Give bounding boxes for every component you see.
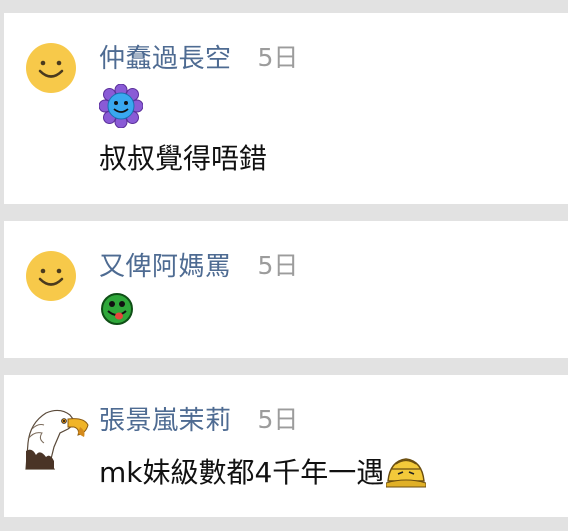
comment-header: 仲蠢過長空 5日	[99, 38, 299, 75]
author-name[interactable]: 仲蠢過長空	[99, 38, 232, 75]
comment-time[interactable]: 5日	[258, 246, 299, 282]
bowing-face-icon	[386, 458, 427, 488]
author-name[interactable]: 張景嵐茉莉	[99, 400, 232, 437]
blue-flower-face-icon	[99, 84, 143, 128]
author-name[interactable]: 又俾阿媽罵	[99, 246, 232, 283]
comment-text: 叔叔覺得唔錯	[99, 142, 268, 175]
comment-text-row: mk妹級數都4千年一遇	[99, 449, 427, 493]
comment-text: mk妹級數都4千年一遇	[99, 456, 385, 489]
eagle-avatar-icon[interactable]	[24, 403, 92, 471]
smiley-avatar-icon[interactable]	[26, 43, 76, 93]
comment-header: 又俾阿媽罵 5日	[99, 246, 299, 283]
comment-time[interactable]: 5日	[258, 38, 299, 74]
green-tongue-face-icon	[101, 293, 133, 325]
comment-time[interactable]: 5日	[258, 400, 299, 436]
comment-item: 仲蠢過長空 5日 叔叔覺得唔錯	[4, 13, 568, 204]
smiley-avatar-icon[interactable]	[26, 251, 76, 301]
comment-item: 張景嵐茉莉 5日 mk妹級數都4千年一遇	[4, 375, 568, 517]
comment-item: 又俾阿媽罵 5日	[4, 221, 568, 358]
comment-header: 張景嵐茉莉 5日	[99, 400, 299, 437]
